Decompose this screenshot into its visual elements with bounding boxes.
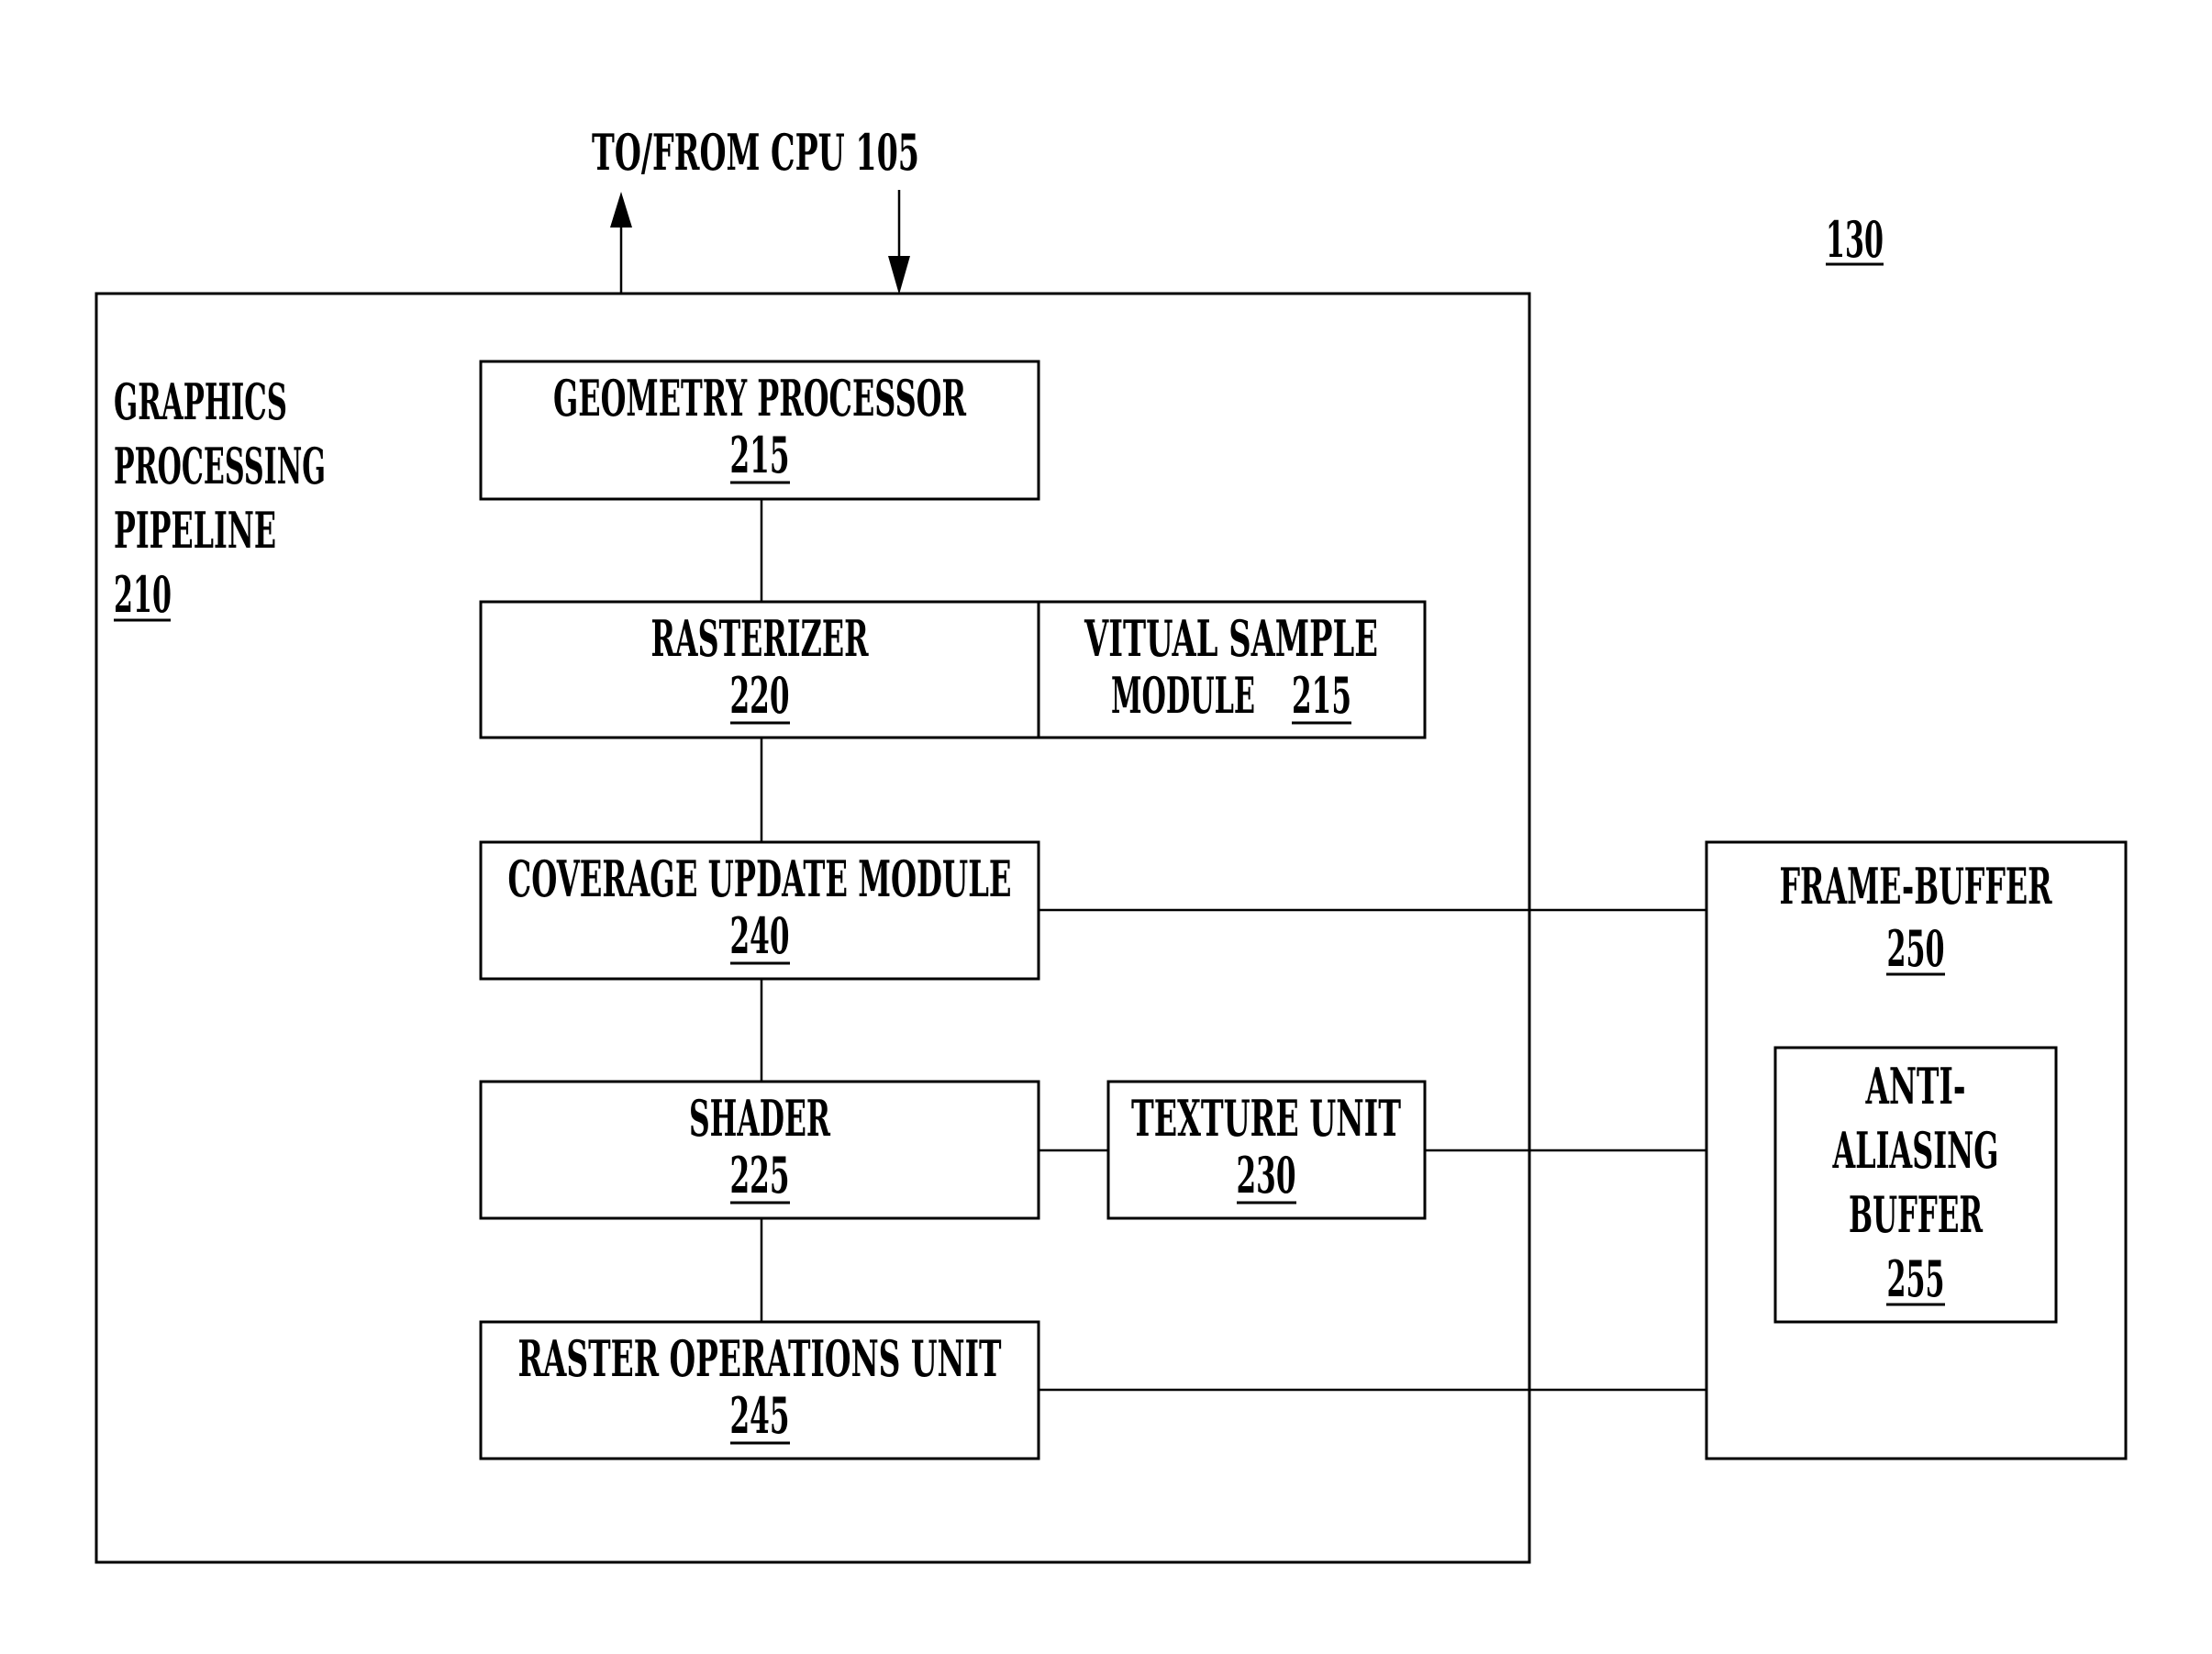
block-diagram: 130 TO/FROM CPU 105 GRAPHICS PROCESSING …: [94, 123, 2128, 1564]
geometry-processor-block: GEOMETRY PROCESSOR 215: [479, 360, 1040, 501]
raster-operations-unit-block: RASTER OPERATIONS UNIT 245: [479, 1320, 1040, 1460]
block-numeral: 255: [1887, 1249, 1945, 1308]
block-numeral: 225: [730, 1146, 790, 1204]
coverage-update-module-block: COVERAGE UPDATE MODULE 240: [479, 840, 1040, 981]
block-label: SHADER: [689, 1089, 831, 1148]
texture-unit-block: TEXTURE UNIT 230: [1106, 1080, 1427, 1220]
block-label: COVERAGE UPDATE MODULE: [508, 849, 1012, 908]
block-label: FRAME-BUFFER: [1780, 857, 2053, 916]
rasterizer-block: RASTERIZER 220: [479, 600, 1040, 739]
virtual-sample-module-block: VITUAL SAMPLE MODULE 215: [1037, 600, 1427, 739]
pipeline-label-line: PROCESSING: [114, 437, 326, 495]
figure-numeral: 130: [1826, 210, 1884, 269]
to-cpu-arrow-icon: [610, 192, 632, 294]
block-numeral: 230: [1237, 1146, 1296, 1204]
block-numeral: 240: [730, 906, 790, 965]
block-label: MODULE: [1111, 666, 1255, 725]
block-label: TEXTURE UNIT: [1131, 1089, 1401, 1148]
pipeline-label-line: GRAPHICS: [114, 372, 287, 431]
block-label: ALIASING: [1832, 1121, 1999, 1180]
block-numeral: 250: [1887, 919, 1945, 978]
block-label: RASTERIZER: [651, 609, 870, 668]
block-label: VITUAL SAMPLE: [1084, 609, 1378, 668]
block-label: ANTI-: [1865, 1057, 1966, 1116]
block-numeral: 215: [1292, 666, 1351, 725]
from-cpu-arrow-icon: [888, 190, 910, 294]
cpu-link-label: TO/FROM CPU 105: [592, 123, 919, 182]
block-numeral: 245: [730, 1386, 790, 1445]
pipeline-label-line: PIPELINE: [114, 501, 276, 560]
shader-block: SHADER 225: [479, 1080, 1040, 1220]
block-label: BUFFER: [1849, 1185, 1984, 1244]
anti-aliasing-buffer-block: ANTI- ALIASING BUFFER 255: [1773, 1046, 2058, 1324]
pipeline-label: GRAPHICS PROCESSING PIPELINE 210: [114, 372, 326, 624]
block-label: GEOMETRY PROCESSOR: [553, 369, 967, 427]
block-numeral: 215: [730, 426, 790, 484]
pipeline-numeral: 210: [114, 565, 172, 624]
block-label: RASTER OPERATIONS UNIT: [518, 1329, 1002, 1388]
block-numeral: 220: [730, 666, 790, 725]
